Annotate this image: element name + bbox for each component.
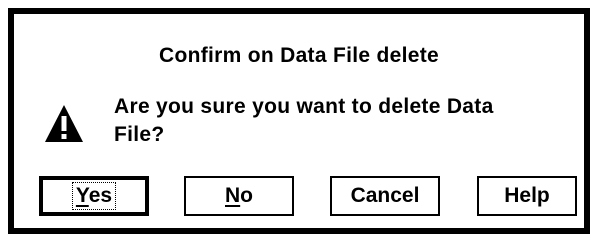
yes-button[interactable]: Yes — [39, 176, 149, 216]
yes-label-rest: es — [88, 184, 113, 207]
message-line-2: File? — [114, 123, 165, 146]
yes-mnemonic: Y — [75, 184, 89, 207]
help-button-label: Help — [504, 184, 550, 207]
yes-button-label: Yes — [71, 182, 117, 210]
dialog-title: Confirm on Data File delete — [159, 44, 439, 67]
warning-icon — [45, 105, 83, 142]
no-button[interactable]: No — [184, 176, 294, 216]
help-button[interactable]: Help — [477, 176, 577, 216]
no-button-label: No — [225, 184, 253, 208]
cancel-button-label: Cancel — [350, 184, 420, 207]
confirm-message: Are you sure you want to delete Data Fil… — [114, 93, 574, 149]
confirm-delete-dialog: Confirm on Data File delete Are you sure… — [8, 8, 590, 234]
message-line-1: Are you sure you want to delete Data — [114, 95, 494, 118]
no-mnemonic: N — [225, 184, 241, 207]
cancel-button[interactable]: Cancel — [330, 176, 440, 216]
no-label-rest: o — [240, 184, 253, 207]
